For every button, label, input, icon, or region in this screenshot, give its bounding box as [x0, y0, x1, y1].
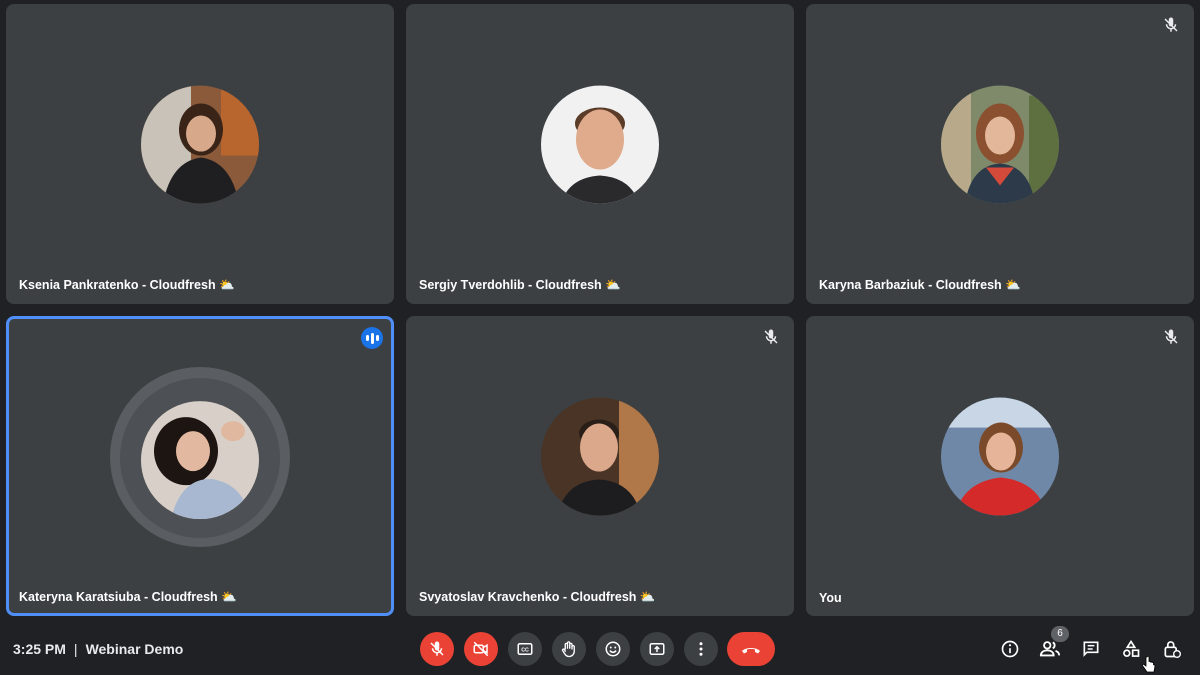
participant-avatar — [541, 85, 659, 204]
mic-off-icon — [1162, 16, 1180, 34]
camera-toggle-button[interactable] — [464, 632, 498, 666]
mic-toggle-button[interactable] — [420, 632, 454, 666]
participant-avatar — [941, 397, 1059, 516]
meeting-time: 3:25 PM — [13, 641, 66, 657]
participant-name: Kateryna Karatsiuba - Cloudfresh ⛅ — [19, 590, 237, 604]
emoji-icon — [605, 641, 621, 657]
participant-avatar — [541, 397, 659, 516]
participant-grid: Ksenia Pankratenko - Cloudfresh ⛅ Sergiy… — [0, 0, 1200, 620]
chat-icon — [1083, 641, 1099, 657]
raise-hand-button[interactable] — [552, 632, 586, 666]
info-icon — [1001, 640, 1019, 658]
meeting-details-button[interactable] — [998, 637, 1022, 661]
activities-icon — [1123, 639, 1140, 657]
leave-call-button[interactable] — [727, 632, 775, 666]
participant-tile[interactable]: Sergiy Tverdohlib - Cloudfresh ⛅ — [406, 4, 794, 304]
mic-off-icon — [1162, 328, 1180, 346]
present-button[interactable] — [640, 632, 674, 666]
cursor-hand-icon — [1142, 656, 1156, 673]
reactions-button[interactable] — [596, 632, 630, 666]
more-options-button[interactable] — [684, 632, 718, 666]
chat-button[interactable] — [1079, 637, 1103, 661]
participant-tile[interactable]: Karyna Barbaziuk - Cloudfresh ⛅ — [806, 4, 1194, 304]
activities-button[interactable] — [1119, 637, 1143, 661]
people-icon — [1039, 641, 1061, 657]
mic-off-icon — [430, 641, 444, 656]
participant-tile[interactable]: Svyatoslav Kravchenko - Cloudfresh ⛅ — [406, 316, 794, 616]
participant-tile[interactable]: Ksenia Pankratenko - Cloudfresh ⛅ — [6, 4, 394, 304]
host-controls-button[interactable] — [1160, 637, 1184, 661]
captions-button[interactable]: CC — [508, 632, 542, 666]
bottom-toolbar: 3:25 PM | Webinar Demo CC 6 — [0, 620, 1200, 675]
meeting-separator: | — [73, 641, 78, 657]
captions-icon: CC — [517, 643, 533, 655]
speaking-indicator-icon — [361, 327, 383, 349]
hand-icon — [561, 641, 575, 658]
participant-avatar — [941, 85, 1059, 204]
participant-tile-active-speaker[interactable]: Kateryna Karatsiuba - Cloudfresh ⛅ — [6, 316, 394, 616]
svg-text:CC: CC — [521, 648, 529, 654]
participant-tile-self[interactable]: You — [806, 316, 1194, 616]
participant-name: Sergiy Tverdohlib - Cloudfresh ⛅ — [419, 278, 621, 292]
meeting-title: Webinar Demo — [85, 641, 184, 657]
participant-name: Svyatoslav Kravchenko - Cloudfresh ⛅ — [419, 590, 656, 604]
participant-name: You — [819, 591, 842, 605]
participant-name: Ksenia Pankratenko - Cloudfresh ⛅ — [19, 278, 235, 292]
present-icon — [649, 643, 665, 655]
participant-avatar — [141, 85, 259, 204]
participant-avatar — [141, 401, 259, 520]
camera-off-icon — [473, 641, 489, 657]
people-button[interactable] — [1038, 637, 1062, 661]
participant-name: Karyna Barbaziuk - Cloudfresh ⛅ — [819, 278, 1021, 292]
meeting-info: 3:25 PM | Webinar Demo — [13, 641, 183, 657]
mic-off-icon — [762, 328, 780, 346]
lock-person-icon — [1164, 641, 1181, 658]
more-vert-icon — [699, 642, 703, 656]
call-end-icon — [742, 648, 760, 654]
